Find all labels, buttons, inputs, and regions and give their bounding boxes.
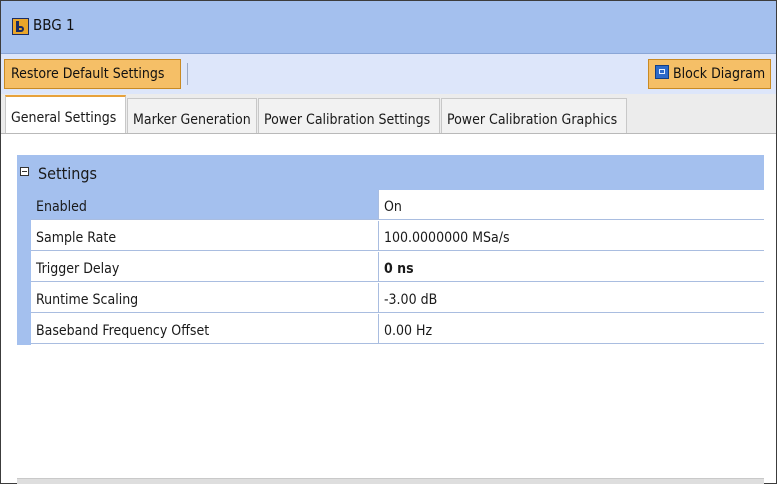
block-diagram-label: Block Diagram (673, 66, 766, 82)
restore-default-settings-button[interactable]: Restore Default Settings (4, 59, 181, 89)
section-title: Settings (38, 164, 98, 183)
app-logo-icon (12, 18, 29, 35)
settings-section: Settings Enabled On Sample Rate 100.0000… (17, 155, 764, 385)
window: BBG 1 Restore Default Settings Block Dia… (0, 0, 777, 484)
settings-section-header[interactable]: Settings (17, 155, 764, 190)
setting-row-trigger-delay[interactable]: Trigger Delay 0 ns (17, 252, 764, 283)
settings-grid: Enabled On Sample Rate 100.0000000 MSa/s… (17, 190, 764, 345)
toolbar-separator (187, 63, 188, 85)
setting-value[interactable]: 100.0000000 MSa/s (379, 221, 764, 251)
setting-label: Enabled (31, 190, 379, 220)
setting-value[interactable]: 0 ns (379, 252, 764, 282)
tab-strip: General Settings Marker Generation Power… (1, 94, 776, 135)
setting-value[interactable]: 0.00 Hz (379, 314, 764, 344)
row-indent (17, 283, 31, 314)
row-indent (17, 252, 31, 283)
setting-row-enabled[interactable]: Enabled On (17, 190, 764, 221)
toolbar: Restore Default Settings Block Diagram (1, 54, 776, 94)
setting-value[interactable]: -3.00 dB (379, 283, 764, 313)
tab-power-calibration-settings[interactable]: Power Calibration Settings (258, 98, 440, 134)
setting-row-sample-rate[interactable]: Sample Rate 100.0000000 MSa/s (17, 221, 764, 252)
setting-value[interactable]: On (379, 190, 764, 220)
row-indent (17, 190, 31, 221)
block-diagram-button[interactable]: Block Diagram (648, 59, 771, 89)
tab-power-calibration-graphics[interactable]: Power Calibration Graphics (441, 98, 627, 134)
window-title: BBG 1 (33, 16, 75, 34)
setting-label: Sample Rate (31, 221, 379, 251)
collapse-icon[interactable] (20, 167, 29, 176)
tab-general-settings[interactable]: General Settings (5, 95, 126, 135)
setting-label: Trigger Delay (31, 252, 379, 282)
block-diagram-icon (655, 65, 669, 79)
title-bar: BBG 1 (1, 1, 776, 54)
setting-label: Runtime Scaling (31, 283, 379, 313)
tab-marker-generation[interactable]: Marker Generation (127, 98, 257, 134)
row-indent (17, 314, 31, 345)
bottom-scrollbar[interactable] (17, 478, 764, 484)
row-indent (17, 221, 31, 252)
setting-row-baseband-frequency-offset[interactable]: Baseband Frequency Offset 0.00 Hz (17, 314, 764, 345)
setting-label: Baseband Frequency Offset (31, 314, 379, 344)
settings-panel: Settings Enabled On Sample Rate 100.0000… (1, 134, 776, 484)
setting-row-runtime-scaling[interactable]: Runtime Scaling -3.00 dB (17, 283, 764, 314)
